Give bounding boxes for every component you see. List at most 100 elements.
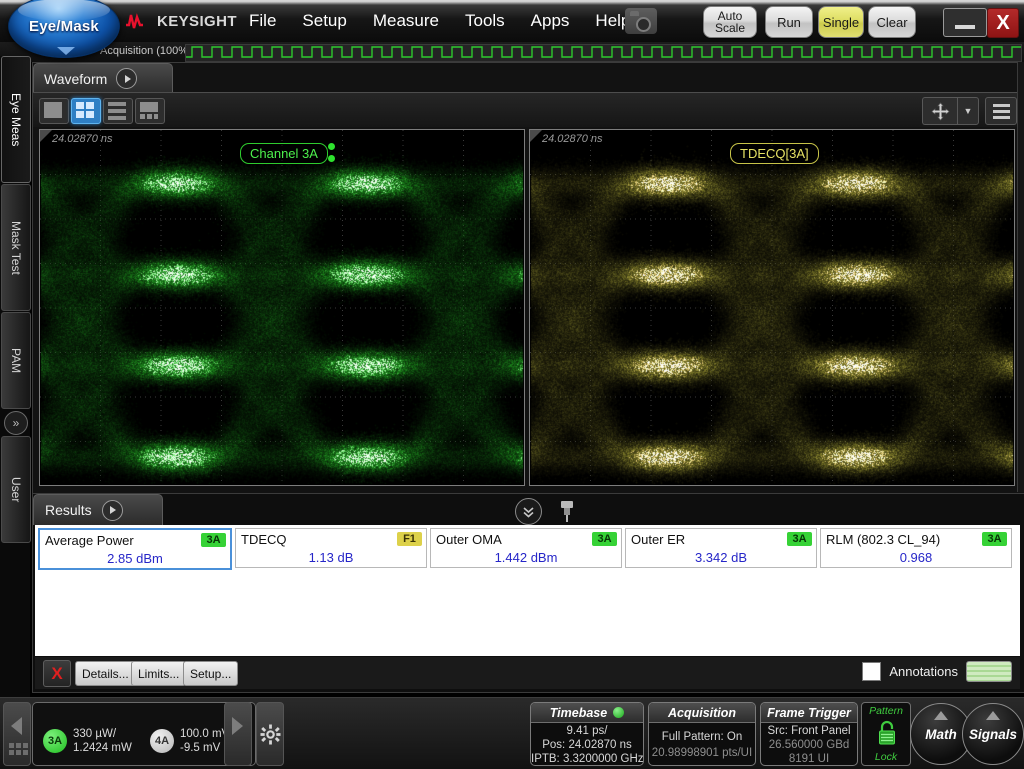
waveform-toolbar-right: ▼	[922, 97, 1017, 125]
measurement-card-outer-oma[interactable]: Outer OMA 3A 1.442 dBm	[430, 528, 622, 568]
waveform-play-icon[interactable]	[116, 68, 137, 89]
timebase-title: Timebase	[550, 706, 607, 720]
measurement-card-tdecq[interactable]: TDECQ F1 1.13 dB	[235, 528, 427, 568]
acquisition-progress-label: Acquisition (100%)	[100, 45, 192, 57]
acquisition-line2: 20.98998901 pts/UI	[649, 747, 755, 759]
camera-bump	[630, 11, 639, 16]
sidebar-item-user[interactable]: User	[1, 436, 31, 543]
pin-icon[interactable]	[560, 501, 574, 523]
sidebar-item-mask-test[interactable]: Mask Test	[1, 184, 31, 311]
chevron-double-down-icon[interactable]	[515, 498, 542, 525]
limits-button[interactable]: Limits...	[131, 661, 186, 686]
results-play-icon[interactable]	[102, 500, 123, 521]
annotation-color-swatch[interactable]	[966, 661, 1012, 682]
menu-file[interactable]: File	[236, 8, 289, 34]
measurement-card-average-power[interactable]: Average Power 3A 2.85 dBm	[38, 528, 232, 570]
left-tab-rail: Eye Meas Mask Test PAM » User	[0, 56, 30, 746]
minimize-button[interactable]	[943, 8, 987, 37]
channel-info-box: 3A 330 µW/ 1.2424 mW 4A 100.0 mV/ -9.5 m…	[32, 702, 256, 766]
top-menu-bar: KEYSIGHT File Setup Measure Tools Apps H…	[0, 0, 1024, 43]
close-button[interactable]: X	[987, 8, 1019, 38]
lock-glyph	[877, 720, 897, 746]
frame-trigger-title: Frame Trigger	[767, 706, 851, 720]
channel-3a-offset: 1.2424 mW	[73, 741, 132, 755]
tab-results[interactable]: Results	[33, 494, 163, 525]
camera-lens	[636, 17, 651, 32]
signals-knob-button[interactable]: Signals	[962, 703, 1024, 765]
gear-icon[interactable]	[256, 702, 284, 766]
menu-apps[interactable]: Apps	[518, 8, 583, 34]
pattern-lock-indicator[interactable]: Pattern Lock	[861, 702, 911, 766]
channel-next-button[interactable]	[224, 702, 252, 766]
annotations-checkbox[interactable]	[862, 662, 881, 681]
channel-3a-badge[interactable]: Channel 3A	[240, 143, 328, 164]
measurement-name: Outer ER	[631, 532, 685, 547]
layout-quad-button[interactable]	[71, 98, 101, 124]
frame-trigger-line2: 26.560000 GBd	[761, 739, 857, 751]
signals-knob-label: Signals	[969, 727, 1017, 742]
layout-stacked-button[interactable]	[103, 98, 133, 124]
auto-scale-button[interactable]: Auto Scale	[703, 6, 757, 38]
tab-waveform[interactable]: Waveform	[33, 63, 173, 93]
panel-right-edge	[1017, 62, 1024, 492]
waveform-panel: Waveform ▼ 24.02870 ns Channel 3A 24.028…	[32, 62, 1024, 493]
waveform-pane-channel-3a[interactable]: 24.02870 ns Channel 3A	[39, 129, 525, 486]
tdecq-badge[interactable]: TDECQ[3A]	[730, 143, 819, 164]
timebase-line3: IPTB: 3.3200000 GHz	[531, 753, 643, 765]
results-tab-label: Results	[45, 502, 92, 518]
clear-button[interactable]: Clear	[868, 6, 916, 38]
channel-3a-indicator[interactable]: 3A 330 µW/ 1.2424 mW	[43, 727, 132, 755]
details-button[interactable]: Details...	[75, 661, 136, 686]
layout-mixed-button[interactable]	[135, 98, 165, 124]
camera-icon[interactable]	[625, 8, 657, 34]
channel-prev-button[interactable]	[3, 702, 31, 766]
layout-single-button[interactable]	[39, 98, 69, 124]
keysight-logo: KEYSIGHT	[125, 9, 237, 33]
measurement-card-rlm[interactable]: RLM (802.3 CL_94) 3A 0.968	[820, 528, 1012, 568]
frame-trigger-info-box[interactable]: Frame Trigger Src: Front Panel 26.560000…	[760, 702, 858, 766]
menu-setup[interactable]: Setup	[289, 8, 359, 34]
sidebar-label-user: User	[9, 477, 23, 502]
pattern-lock-top-label: Pattern	[862, 705, 910, 717]
menu-tools[interactable]: Tools	[452, 8, 518, 34]
acquisition-title: Acquisition	[668, 706, 736, 720]
timebase-header: Timebase	[531, 703, 643, 723]
channel-3a-markers	[328, 143, 335, 167]
acquisition-info-box[interactable]: Acquisition Full Pattern: On 20.98998901…	[648, 702, 756, 766]
channel-4a-badge-ball: 4A	[150, 729, 174, 753]
math-knob-indicator	[934, 711, 948, 720]
waveform-pane-tdecq[interactable]: 24.02870 ns TDECQ[3A]	[529, 129, 1015, 486]
results-header-icons	[515, 498, 574, 525]
acquisition-line1: Full Pattern: On	[649, 731, 755, 743]
measurement-source-chip: 3A	[787, 532, 812, 546]
measurement-card-list: Average Power 3A 2.85 dBm TDECQ F1 1.13 …	[38, 528, 1015, 570]
single-button[interactable]: Single	[818, 6, 864, 38]
hamburger-icon[interactable]	[985, 97, 1017, 125]
waveform-tab-label: Waveform	[44, 71, 107, 87]
sidebar-item-eye-meas[interactable]: Eye Meas	[1, 56, 31, 183]
frame-trigger-line3: 8191 UI	[761, 753, 857, 765]
waveform-toolbar: ▼	[33, 92, 1024, 127]
pane-timestamp-left: 24.02870 ns	[52, 133, 113, 145]
run-button[interactable]: Run	[765, 6, 813, 38]
brand-text: KEYSIGHT	[157, 13, 237, 30]
setup-button[interactable]: Setup...	[183, 661, 238, 686]
acquisition-pattern-graph	[185, 44, 1022, 62]
keysight-wave-icon	[125, 11, 153, 31]
measurement-source-chip: F1	[397, 532, 422, 546]
channel-4a-indicator[interactable]: 4A 100.0 mV/ -9.5 mV	[150, 727, 232, 755]
timebase-info-box[interactable]: Timebase 9.41 ps/ Pos: 24.02870 ns IPTB:…	[530, 702, 644, 766]
double-chevron-glyph	[522, 505, 535, 518]
menu-measure[interactable]: Measure	[360, 8, 452, 34]
move-cursor-icon[interactable]	[922, 97, 957, 125]
measurement-source-chip: 3A	[201, 533, 226, 547]
delete-measurement-button[interactable]: X	[43, 660, 71, 687]
measurement-card-outer-er[interactable]: Outer ER 3A 3.342 dB	[625, 528, 817, 568]
gear-glyph	[260, 724, 281, 745]
timebase-line1: 9.41 ps/	[531, 725, 643, 737]
chevron-down-icon[interactable]: ▼	[957, 97, 979, 125]
sidebar-item-pam[interactable]: PAM	[1, 312, 31, 409]
sidebar-expand-icon[interactable]: »	[4, 411, 28, 435]
measurement-source-chip: 3A	[982, 532, 1007, 546]
measurement-value: 1.442 dBm	[431, 550, 621, 565]
